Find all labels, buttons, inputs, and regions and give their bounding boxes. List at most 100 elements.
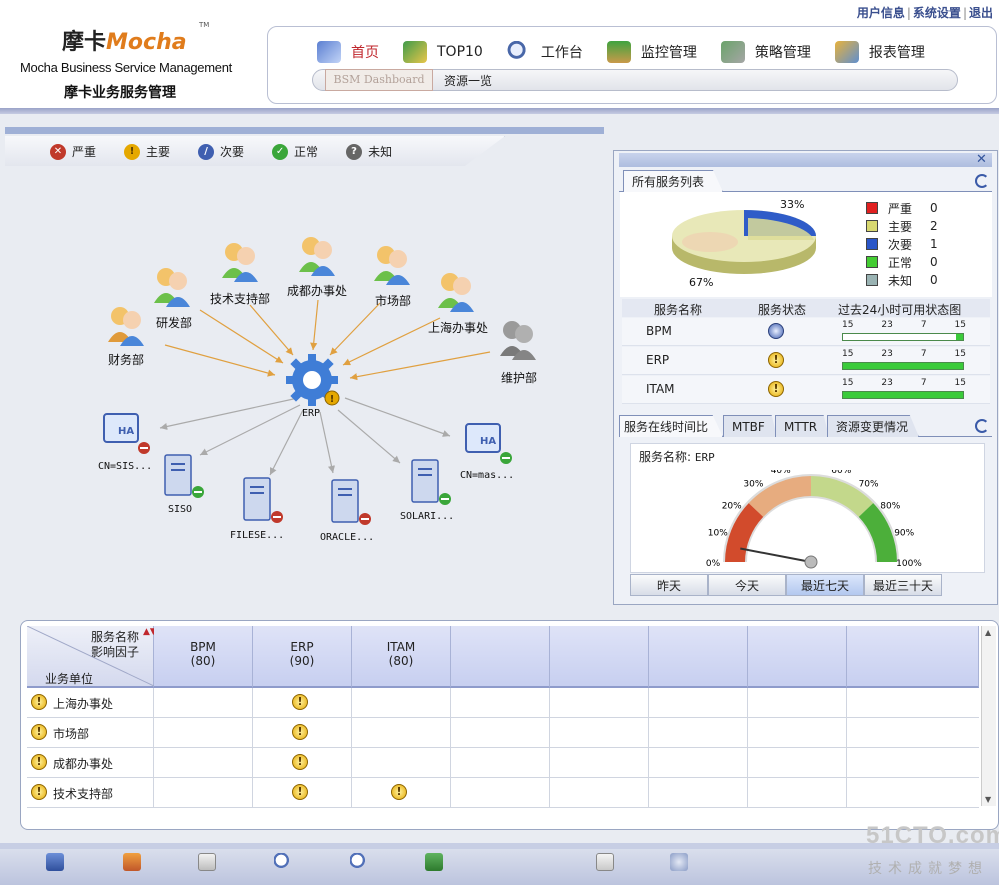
fit-view-icon[interactable]	[425, 853, 443, 871]
grid-row[interactable]: ! 成都办事处 !	[27, 748, 979, 778]
major-impact-icon[interactable]: !	[292, 694, 308, 710]
range-today-button[interactable]: 今天	[708, 574, 786, 596]
uptime-gauge: 0% 10% 20% 30% 40% 50% 60% 70% 80% 90% 100%	[706, 470, 922, 569]
service-name: ERP	[646, 353, 670, 367]
gauge-hub	[804, 555, 818, 569]
minor-status-icon	[768, 323, 784, 339]
major-impact-icon[interactable]: !	[391, 784, 407, 800]
tick: 15	[954, 349, 966, 359]
cnsis-ha-icon[interactable]: HA	[103, 413, 150, 454]
erp-label: ERP	[302, 408, 321, 419]
home-view-icon[interactable]	[123, 853, 141, 871]
gauge-tick-label: 80%	[880, 501, 900, 511]
shanghai-dept-icon[interactable]	[438, 273, 474, 312]
nav-label: 监控管理	[640, 45, 697, 61]
gauge-tick-label: 60%	[831, 470, 851, 476]
range-7days-button[interactable]: 最近七天	[786, 574, 864, 596]
legend-count: 2	[930, 219, 938, 233]
major-impact-icon[interactable]: !	[292, 784, 308, 800]
scroll-up-icon[interactable]: ▲	[985, 628, 991, 637]
tick: 23	[881, 320, 893, 330]
tab-resource-change[interactable]: 资源变更情况	[827, 415, 919, 437]
link-filese	[269, 409, 304, 476]
maintenance-dept-icon[interactable]	[500, 321, 536, 360]
watermark: 51CTO.com	[866, 822, 999, 849]
scroll-down-icon[interactable]: ▼	[985, 795, 991, 804]
tick: 15	[954, 378, 966, 388]
availability-bar: 15 23 7 15	[842, 320, 966, 344]
siso-server-icon[interactable]	[164, 454, 204, 498]
tab-uptime-ratio[interactable]: 服务在线时间比率	[619, 415, 723, 437]
grid-row[interactable]: ! 上海办事处 !	[27, 688, 979, 718]
monitor-view-icon[interactable]	[46, 853, 64, 871]
tab-mttr[interactable]: MTTR	[775, 415, 829, 437]
close-icon[interactable]: ✕	[976, 152, 987, 167]
gauge-tick-label: 40%	[771, 470, 791, 476]
chengdu-dept-icon[interactable]	[299, 237, 335, 276]
grid-col-itam[interactable]: ITAM (80)	[352, 626, 451, 688]
hand-tool-icon[interactable]	[198, 853, 216, 871]
major-status-icon: !	[768, 381, 784, 397]
finance-dept-icon[interactable]	[108, 307, 144, 346]
grid-col-empty	[748, 626, 847, 688]
link-finance	[164, 344, 276, 377]
cnmas-ha-icon[interactable]: HA	[465, 423, 512, 464]
range-yesterday-button[interactable]: 昨天	[630, 574, 708, 596]
chart-view-icon[interactable]	[670, 853, 688, 871]
refresh-icon[interactable]	[975, 419, 989, 433]
report-view-icon[interactable]	[596, 853, 614, 871]
grid-row[interactable]: ! 市场部 !	[27, 718, 979, 748]
legend-row-critical: 严重 0	[866, 199, 942, 217]
user-info-link[interactable]: 用户信息	[857, 6, 905, 20]
tick: 15	[842, 349, 854, 359]
service-row-erp[interactable]: ERP ! 15 23 7 15	[622, 347, 990, 375]
refresh-icon[interactable]	[975, 174, 989, 188]
link-shanghai	[342, 317, 441, 366]
pie-label-67: 67%	[689, 276, 714, 289]
major-impact-icon[interactable]: !	[292, 754, 308, 770]
filese-server-icon[interactable]	[243, 477, 283, 523]
oracle-server-icon[interactable]	[331, 479, 371, 525]
zoom-in-icon[interactable]	[350, 853, 368, 871]
swatch	[866, 202, 878, 214]
tick: 15	[842, 320, 854, 330]
nav-item-report[interactable]: 报表管理	[834, 41, 925, 63]
service-name: ITAM	[646, 382, 675, 396]
availability-bar: 15 23 7 15	[842, 378, 966, 402]
market-dept-icon[interactable]	[374, 246, 410, 285]
solari-label: SOLARI...	[400, 511, 455, 522]
availability-bar: 15 23 7 15	[842, 349, 966, 373]
range-30days-button[interactable]: 最近三十天	[864, 574, 942, 596]
system-settings-link[interactable]: 系统设置	[913, 6, 961, 20]
grid-col-erp[interactable]: ERP (90)	[253, 626, 352, 688]
services-tabrow: 所有服务列表	[619, 170, 992, 192]
availability-tabrow: 服务在线时间比率 MTBF MTTR 资源变更情况	[619, 415, 992, 437]
legend-row-normal: 正常 0	[866, 253, 942, 271]
nav-label: 策略管理	[754, 45, 811, 61]
grid-scrollbar[interactable]: ▲ ▼	[981, 626, 996, 806]
support-dept-icon[interactable]	[222, 243, 258, 282]
nav-item-monitor[interactable]: 监控管理	[606, 41, 697, 63]
nav-item-policy[interactable]: 策略管理	[720, 41, 811, 63]
service-row-bpm[interactable]: BPM 15 23 7 15	[622, 318, 990, 346]
tab-all-services[interactable]: 所有服务列表	[623, 170, 723, 192]
legend-count: 0	[930, 273, 938, 287]
gauge-needle	[740, 547, 812, 563]
major-impact-icon[interactable]: !	[292, 724, 308, 740]
grid-col-bpm[interactable]: BPM (80)	[154, 626, 253, 688]
solari-server-icon[interactable]	[411, 459, 451, 505]
filese-label: FILESE...	[230, 530, 285, 541]
top-links: 用户信息 | 系统设置 | 退出	[856, 6, 993, 20]
logout-link[interactable]: 退出	[969, 6, 993, 20]
service-row-itam[interactable]: ITAM ! 15 23 7 15	[622, 376, 990, 404]
legend-count: 0	[930, 255, 938, 269]
rnd-dept-icon[interactable]	[154, 268, 190, 307]
gauge-tick-label: 20%	[722, 501, 742, 511]
grid-row[interactable]: ! 技术支持部 ! !	[27, 778, 979, 808]
tab-mtbf[interactable]: MTBF	[723, 415, 777, 437]
erp-gear-icon[interactable]: !	[286, 354, 340, 406]
column-factor: (90)	[289, 654, 315, 668]
zoom-out-icon[interactable]	[274, 853, 292, 871]
gauge-tick-label: 30%	[743, 480, 763, 490]
link-oracle	[319, 411, 336, 474]
